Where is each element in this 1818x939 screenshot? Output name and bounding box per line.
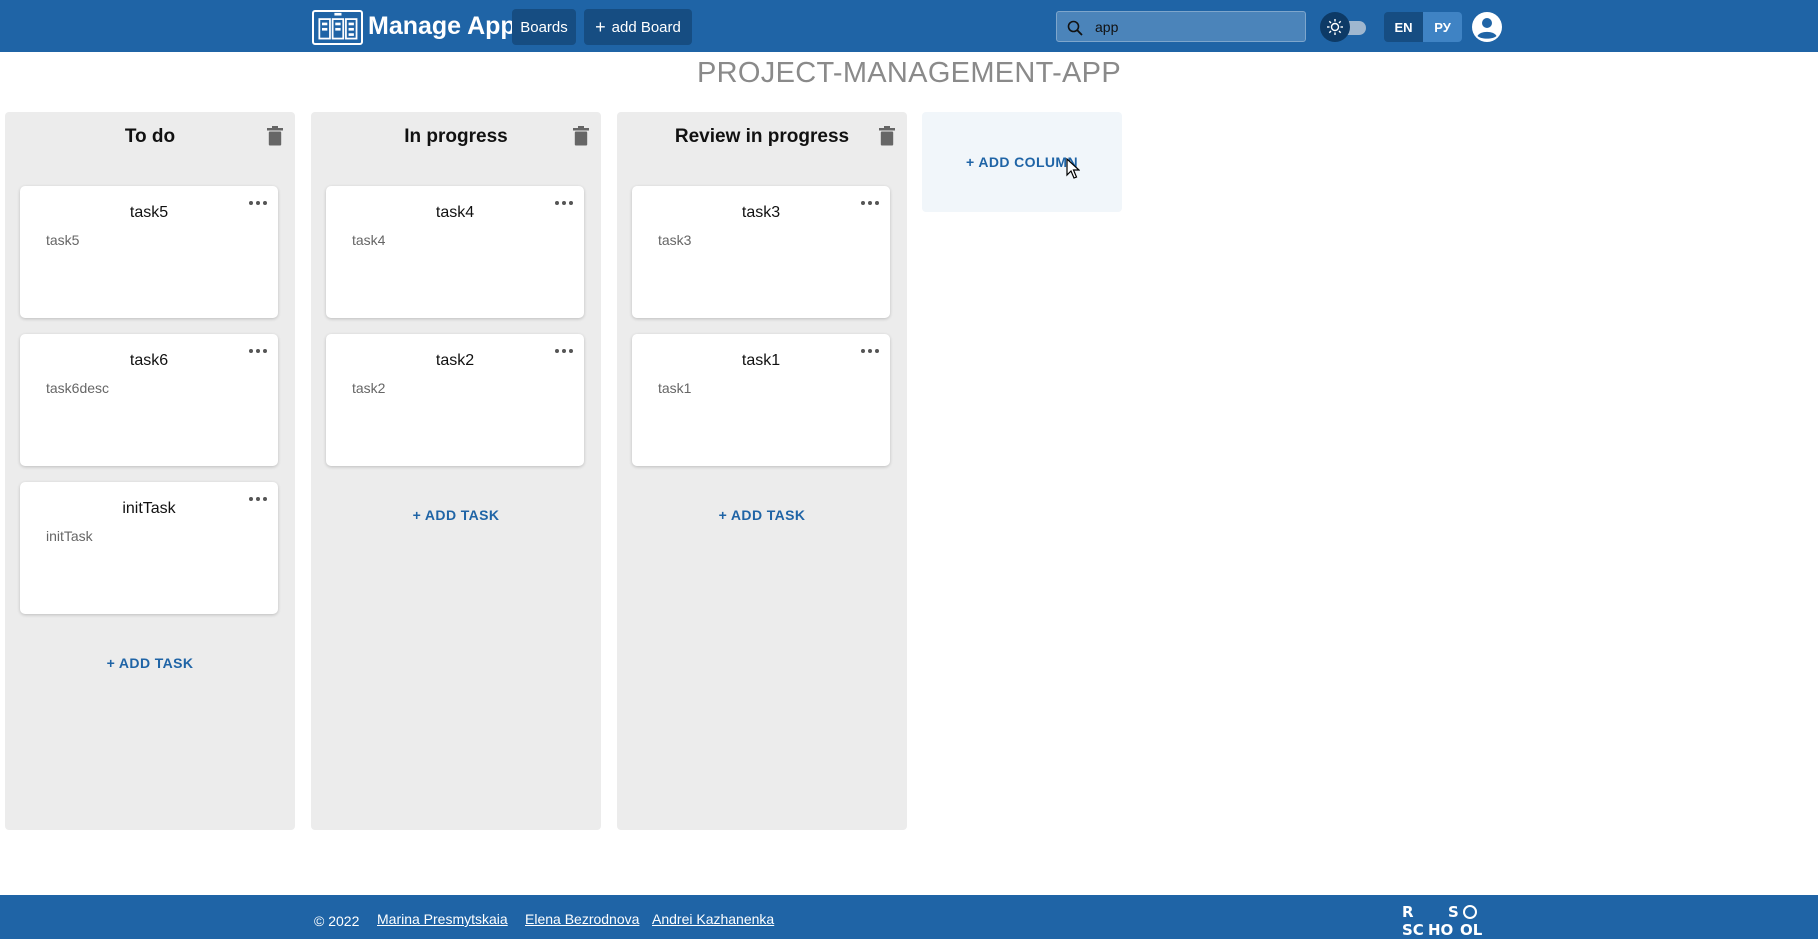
task-title: task6 xyxy=(129,352,169,369)
add-board-button[interactable]: + add Board xyxy=(584,9,692,45)
search-field[interactable] xyxy=(1056,11,1306,42)
account-circle-icon[interactable] xyxy=(1472,12,1502,42)
more-horizontal-icon[interactable] xyxy=(554,198,574,208)
board-column: Review in progress task3 task3 task1 tas… xyxy=(617,112,907,830)
author-link[interactable]: Marina Presmytskaia xyxy=(377,911,508,927)
more-horizontal-icon[interactable] xyxy=(248,494,268,504)
add-task-button[interactable]: + ADD TASK xyxy=(617,507,907,523)
task-description: initTask xyxy=(46,528,93,544)
search-icon xyxy=(1067,20,1083,36)
column-title[interactable]: To do xyxy=(5,126,295,148)
svg-text:SC: SC xyxy=(1402,921,1424,937)
task-description: task1 xyxy=(658,380,692,396)
copyright: © 2022 xyxy=(314,913,360,929)
svg-text:HO: HO xyxy=(1428,921,1453,937)
task-description: task5 xyxy=(46,232,80,248)
task-title: initTask xyxy=(122,500,176,517)
board-column: In progress task4 task4 task2 task2 + AD… xyxy=(311,112,601,830)
sun-icon xyxy=(1320,12,1350,42)
more-horizontal-icon[interactable] xyxy=(860,346,880,356)
mouse-pointer-icon xyxy=(1066,158,1080,179)
more-horizontal-icon[interactable] xyxy=(554,346,574,356)
task-title: task3 xyxy=(741,204,781,221)
svg-text:S: S xyxy=(1448,903,1459,921)
svg-text:R: R xyxy=(1402,903,1414,921)
task-card[interactable]: task2 task2 xyxy=(326,334,584,466)
trash-icon[interactable] xyxy=(573,126,589,146)
lang-ru-button[interactable]: РУ xyxy=(1423,12,1462,42)
task-card[interactable]: task1 task1 xyxy=(632,334,890,466)
author-link[interactable]: Andrei Kazhanenka xyxy=(652,911,774,927)
svg-text:OL: OL xyxy=(1460,921,1483,937)
app-title[interactable]: Manage App xyxy=(368,12,516,41)
language-switch: EN РУ xyxy=(1384,12,1462,42)
search-input[interactable] xyxy=(1095,16,1295,38)
plus-icon: + xyxy=(595,17,606,37)
task-card[interactable]: task3 task3 xyxy=(632,186,890,318)
task-title: task4 xyxy=(435,204,475,221)
task-title: task1 xyxy=(741,352,781,369)
task-card[interactable]: initTask initTask xyxy=(20,482,278,614)
app-footer: © 2022 Marina Presmytskaia Elena Bezrodn… xyxy=(0,895,1818,939)
column-title[interactable]: Review in progress xyxy=(617,126,907,148)
more-horizontal-icon[interactable] xyxy=(248,346,268,356)
add-column-label: + ADD COLUMN xyxy=(965,154,1078,170)
board-logo-icon[interactable] xyxy=(312,10,363,45)
rs-school-logo[interactable]: R S SC HO OL xyxy=(1400,903,1492,937)
trash-icon[interactable] xyxy=(879,126,895,146)
lang-en-button[interactable]: EN xyxy=(1384,12,1423,42)
task-card[interactable]: task4 task4 xyxy=(326,186,584,318)
app-header: Manage App Boards + add Board app EN РУ xyxy=(0,0,1818,52)
task-description: task6desc xyxy=(46,380,110,396)
add-task-button[interactable]: + ADD TASK xyxy=(5,655,295,671)
task-card[interactable]: task5 task5 xyxy=(20,186,278,318)
task-description: task2 xyxy=(352,380,386,396)
task-description: task3 xyxy=(658,232,692,248)
page-title: PROJECT-MANAGEMENT-APP xyxy=(697,57,1121,89)
task-title: task2 xyxy=(435,352,475,369)
theme-toggle[interactable] xyxy=(1320,12,1370,42)
add-board-label: add Board xyxy=(611,18,681,36)
task-description: task4 xyxy=(352,232,386,248)
task-card[interactable]: task6 task6desc xyxy=(20,334,278,466)
column-title[interactable]: In progress xyxy=(311,126,601,148)
trash-icon[interactable] xyxy=(267,126,283,146)
board-column: To do task5 task5 task6 task6desc initTa… xyxy=(5,112,295,830)
task-title: task5 xyxy=(129,204,169,221)
add-task-button[interactable]: + ADD TASK xyxy=(311,507,601,523)
more-horizontal-icon[interactable] xyxy=(248,198,268,208)
boards-button[interactable]: Boards xyxy=(512,9,576,45)
author-link[interactable]: Elena Bezrodnova xyxy=(525,911,639,927)
add-column-button[interactable]: + ADD COLUMN xyxy=(922,112,1122,212)
more-horizontal-icon[interactable] xyxy=(860,198,880,208)
